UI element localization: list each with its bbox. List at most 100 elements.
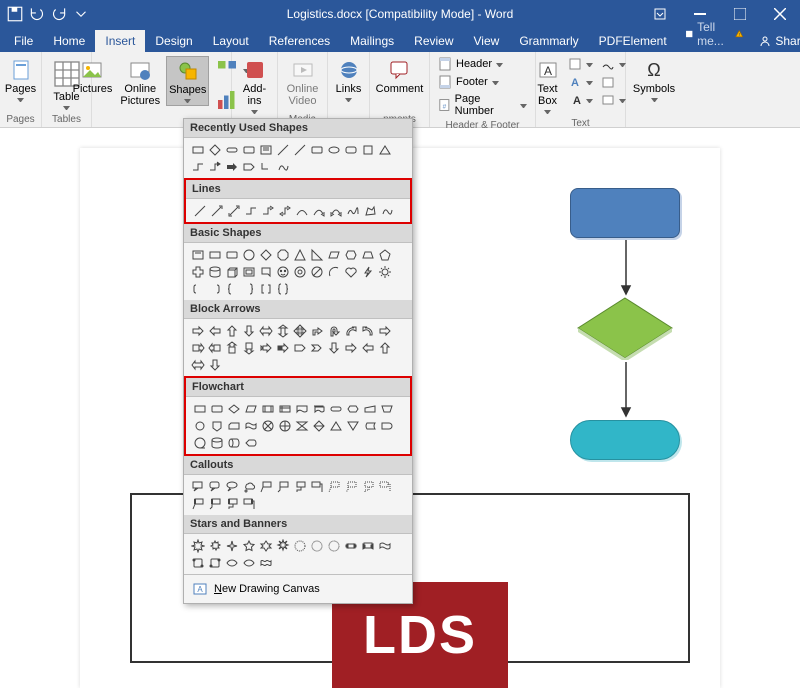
shape-cube-icon[interactable] — [224, 264, 239, 279]
shape-arrow-icon[interactable] — [190, 323, 205, 338]
pages-button[interactable]: Pages — [3, 56, 38, 104]
close-button[interactable] — [760, 0, 800, 28]
shape-brace-icon[interactable] — [224, 281, 239, 296]
shape-fc-document-icon[interactable] — [294, 401, 309, 416]
shape-roundrect-icon[interactable] — [343, 142, 358, 157]
shape-arrow-icon[interactable] — [190, 357, 205, 372]
shape-fc-magnetic-disk-icon[interactable] — [209, 435, 224, 450]
shape-fc-or-icon[interactable] — [277, 418, 292, 433]
shape-fc-internal-icon[interactable] — [277, 401, 292, 416]
tab-layout[interactable]: Layout — [203, 30, 259, 52]
shape-fc-manual-op-icon[interactable] — [379, 401, 394, 416]
shape-chevron-icon[interactable] — [309, 340, 324, 355]
shape-fc-manual-input-icon[interactable] — [362, 401, 377, 416]
shape-arrow-lr-icon[interactable] — [258, 323, 273, 338]
shape-folded-icon[interactable] — [258, 264, 273, 279]
shape-curve-arrow-icon[interactable] — [311, 203, 326, 218]
shape-curve-double-icon[interactable] — [328, 203, 343, 218]
online-pictures-button[interactable]: Online Pictures — [118, 56, 162, 109]
shape-octagon-icon[interactable] — [275, 247, 290, 262]
shape-rectangle-icon[interactable] — [190, 142, 205, 157]
tab-mailings[interactable]: Mailings — [340, 30, 404, 52]
shape-bevel-icon[interactable] — [241, 264, 256, 279]
tab-design[interactable]: Design — [145, 30, 202, 52]
undo-icon[interactable] — [28, 5, 46, 23]
shape-star4-icon[interactable] — [224, 538, 239, 553]
shape-arrow-curved-icon[interactable] — [343, 323, 358, 338]
shape-fc-connector-icon[interactable] — [192, 418, 207, 433]
shape-smiley-icon[interactable] — [275, 264, 290, 279]
shape-sun-icon[interactable] — [377, 264, 392, 279]
text-box-button[interactable]: A Text Box — [534, 56, 562, 116]
shape-callout-rect-icon[interactable] — [190, 479, 205, 494]
shape-arrow-icon[interactable] — [377, 323, 392, 338]
shape-braces-pair-icon[interactable] — [275, 281, 290, 296]
drop-cap-button[interactable]: A — [566, 92, 595, 108]
quick-parts-button[interactable] — [566, 56, 595, 72]
shape-circle-icon[interactable] — [241, 247, 256, 262]
shape-explosion2-icon[interactable] — [207, 538, 222, 553]
shape-arc-icon[interactable] — [326, 264, 341, 279]
shape-fc-card-icon[interactable] — [226, 418, 241, 433]
shape-freeform-icon[interactable] — [379, 203, 394, 218]
shape-cross-icon[interactable] — [190, 264, 205, 279]
tab-home[interactable]: Home — [43, 30, 95, 52]
shape-arrow-callout-icon[interactable] — [241, 340, 256, 355]
shape-fc-preparation-icon[interactable] — [345, 401, 360, 416]
shape-fc-delay-icon[interactable] — [379, 418, 394, 433]
shape-callout-bar-icon[interactable] — [224, 496, 239, 511]
shape-fc-merge-icon[interactable] — [345, 418, 360, 433]
shape-wave-icon[interactable] — [377, 538, 392, 553]
shape-callout-oval-icon[interactable] — [224, 479, 239, 494]
qat-customize-icon[interactable] — [72, 5, 90, 23]
shape-double-wave-icon[interactable] — [258, 555, 273, 570]
shape-line-icon[interactable] — [292, 142, 307, 157]
shape-fc-directaccess-icon[interactable] — [226, 435, 241, 450]
shape-arrow-icon[interactable] — [360, 340, 375, 355]
shape-rect-icon[interactable] — [207, 247, 222, 262]
shape-curved-ribbon-icon[interactable] — [224, 555, 239, 570]
shape-fc-terminator-icon[interactable] — [328, 401, 343, 416]
save-icon[interactable] — [6, 5, 24, 23]
shape-roundrect-icon[interactable] — [224, 247, 239, 262]
shape-callout-round-icon[interactable] — [207, 479, 222, 494]
shape-star16-icon[interactable] — [292, 538, 307, 553]
shape-lbend-icon[interactable] — [258, 159, 273, 174]
shape-triangle-icon[interactable] — [292, 247, 307, 262]
wordart-button[interactable]: A — [566, 74, 595, 90]
shape-freeform-icon[interactable] — [275, 159, 290, 174]
shape-fc-offpage-icon[interactable] — [209, 418, 224, 433]
shape-fc-decision-icon[interactable] — [226, 401, 241, 416]
tab-review[interactable]: Review — [404, 30, 463, 52]
shape-arrow-icon[interactable] — [377, 340, 392, 355]
shape-arrow-right-icon[interactable] — [224, 159, 239, 174]
shape-pentagon-icon[interactable] — [377, 247, 392, 262]
shape-star32-icon[interactable] — [326, 538, 341, 553]
shape-nosign-icon[interactable] — [309, 264, 324, 279]
shape-star6-icon[interactable] — [258, 538, 273, 553]
shape-rtriangle-icon[interactable] — [309, 247, 324, 262]
shape-scroll-icon[interactable] — [190, 555, 205, 570]
shape-heart-icon[interactable] — [343, 264, 358, 279]
shape-arrow-icon[interactable] — [241, 323, 256, 338]
shape-callout-line-icon[interactable] — [309, 479, 324, 494]
flowchart-connector-arrow[interactable] — [620, 362, 632, 418]
shape-pentarrow-icon[interactable] — [241, 159, 256, 174]
shape-line-double-arrow-icon[interactable] — [226, 203, 241, 218]
shape-arrow-ud-icon[interactable] — [275, 323, 290, 338]
shapes-button[interactable]: Shapes — [166, 56, 209, 106]
shape-textbox-icon[interactable] — [258, 142, 273, 157]
shape-textbox-icon[interactable] — [190, 247, 205, 262]
links-button[interactable]: Links — [334, 56, 364, 104]
shape-callout-line-icon[interactable] — [326, 479, 341, 494]
pictures-button[interactable]: Pictures — [71, 56, 115, 97]
shape-line-icon[interactable] — [275, 142, 290, 157]
shape-roundrect-icon[interactable] — [309, 142, 324, 157]
shape-bracket-icon[interactable] — [190, 281, 205, 296]
shape-callout-line-icon[interactable] — [292, 479, 307, 494]
shape-curve-icon[interactable] — [294, 203, 309, 218]
shape-callout-line-icon[interactable] — [360, 479, 375, 494]
shape-callout-line-icon[interactable] — [258, 479, 273, 494]
shape-line-icon[interactable] — [192, 203, 207, 218]
shape-brackets-pair-icon[interactable] — [258, 281, 273, 296]
